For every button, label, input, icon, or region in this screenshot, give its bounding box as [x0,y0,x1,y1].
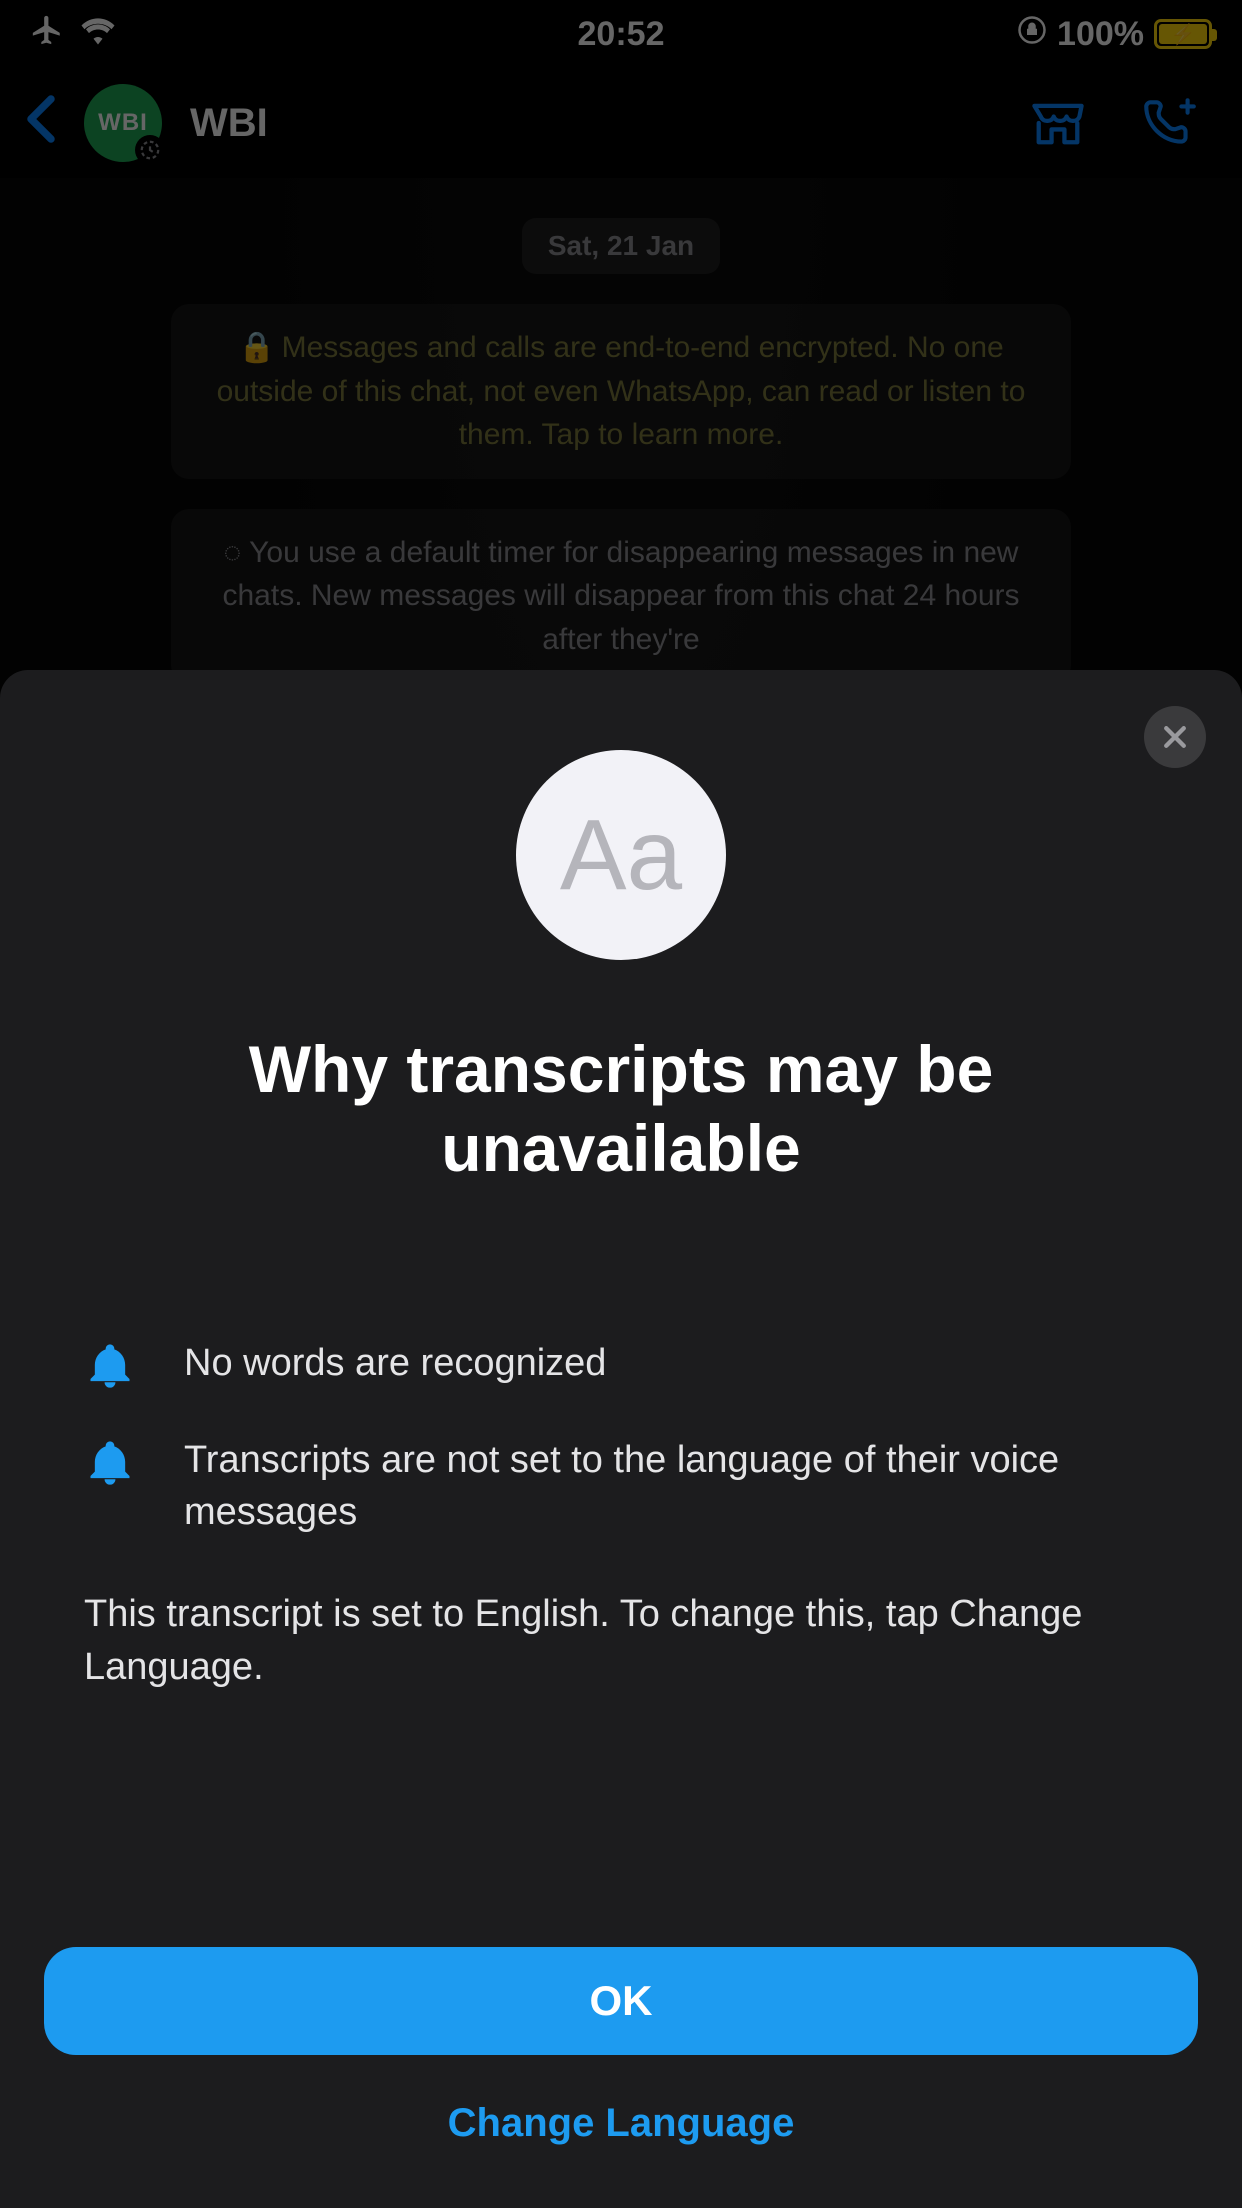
hero-glyph-circle: Aa [516,750,726,960]
sheet-actions: OK Change Language [44,1947,1198,2158]
close-button[interactable] [1144,706,1206,768]
reason-item: No words are recognized [84,1338,1158,1397]
ok-button[interactable]: OK [44,1947,1198,2055]
sheet-footnote: This transcript is set to English. To ch… [44,1588,1198,1694]
bell-icon [84,1437,136,1494]
change-language-button[interactable]: Change Language [44,2089,1198,2158]
bell-icon [84,1340,136,1397]
reason-item: Transcripts are not set to the language … [84,1435,1158,1538]
sheet-title: Why transcripts may be unavailable [191,1030,1051,1188]
reason-text: No words are recognized [184,1338,606,1389]
transcript-info-sheet: Aa Why transcripts may be unavailable No… [0,670,1242,2208]
hero-glyph: Aa [560,798,682,913]
reasons-list: No words are recognized Transcripts are … [44,1338,1198,1538]
reason-text: Transcripts are not set to the language … [184,1435,1158,1538]
